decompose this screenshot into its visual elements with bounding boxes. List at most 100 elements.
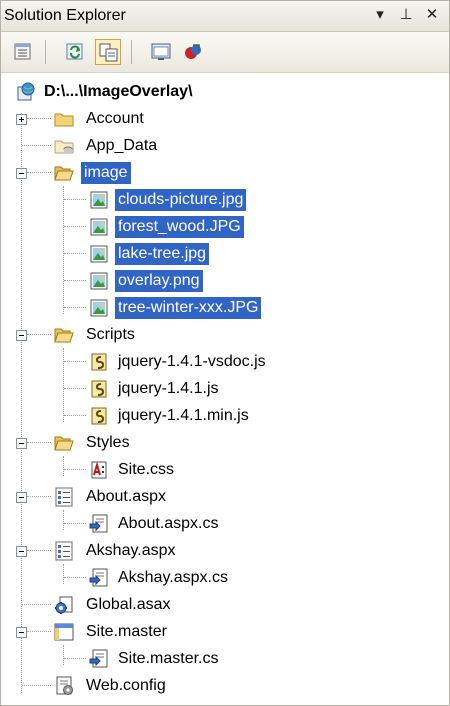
title-bar: Solution Explorer ▾ ⊥ ✕ [1,1,449,32]
tree-item-image-folder[interactable]: image [1,159,449,186]
folder-open-icon [54,436,74,451]
tree-item-script-file[interactable]: jquery-1.4.1.js [1,375,449,402]
view-in-browser-icon [151,43,171,60]
toolbar-separator [45,40,46,64]
tree-item-image-file[interactable]: overlay.png [1,267,449,294]
tree-item-code-behind[interactable]: About.aspx.cs [1,510,449,537]
tree-item-label: App_Data [86,137,158,154]
folder-open-icon [54,328,74,343]
tree-item-code-behind[interactable]: Site.master.cs [1,645,449,672]
global-asax-icon [55,596,73,614]
tree-item-image-file[interactable]: tree-winter-xxx.JPG [1,294,449,321]
properties-icon [14,43,31,60]
css-file-icon [91,461,107,479]
image-file-icon [90,299,108,317]
tree-connector-line [22,145,51,146]
tree-connector-line [64,253,86,254]
tree-item-label: D:\...\ImageOverlay\ [44,83,193,100]
tree-connector-line [27,550,51,551]
tree-item-label: Styles [86,434,130,451]
view-in-browser-button[interactable] [148,39,174,65]
copy-web-site-icon [185,44,201,59]
tree-item-app-data[interactable]: App_Data [1,132,449,159]
tree-item-account[interactable]: Account [1,105,449,132]
tree-item-label: Site.css [118,461,175,478]
tree-connector-line [27,631,51,632]
tree-item-label: Akshay.aspx [86,542,176,559]
collapse-icon[interactable] [16,438,27,449]
tree-item-label: clouds-picture.jpg [115,189,247,211]
tree-item-script-file[interactable]: jquery-1.4.1-vsdoc.js [1,348,449,375]
aspx-page-icon [55,541,73,561]
refresh-icon [66,43,83,60]
tree-connector-line [64,523,86,524]
properties-button[interactable] [10,39,36,65]
collapse-icon[interactable] [16,492,27,503]
panel-title: Solution Explorer [4,7,126,24]
tree-connector-line [64,361,86,362]
master-page-icon [54,623,74,641]
tree-item-image-file[interactable]: clouds-picture.jpg [1,186,449,213]
window-position-button[interactable]: ▾ [370,5,390,25]
folder-icon [54,113,74,127]
tree-connector-line [64,226,86,227]
collapse-icon[interactable] [16,546,27,557]
tree-connector-line [64,199,86,200]
tree-item-label: overlay.png [115,270,203,292]
toolbar-separator [131,40,132,64]
tree-item-label: About.aspx [86,488,167,505]
tree-item-label: forest_wood.JPG [115,216,244,238]
tree-item-label: tree-winter-xxx.JPG [115,297,262,319]
tree-connector-line [64,388,86,389]
tree-connector-line [27,496,51,497]
tree-item-script-file[interactable]: jquery-1.4.1.min.js [1,402,449,429]
tree-item-label: Site.master [86,623,167,640]
tree-item-label: image [81,162,131,184]
auto-hide-pin-button[interactable]: ⊥ [396,5,416,25]
tree-connector-line [27,442,51,443]
nest-related-files-icon [99,43,118,62]
tree-item-scripts-folder[interactable]: Scripts [1,321,449,348]
code-behind-icon [89,649,108,668]
tree-item-label: Scripts [86,326,135,343]
tree-connector-line [64,280,86,281]
tree-item-image-file[interactable]: lake-tree.jpg [1,240,449,267]
collapse-icon[interactable] [16,168,27,179]
aspx-page-icon [55,487,73,507]
image-file-icon [90,218,108,236]
tree-item-styles-folder[interactable]: Styles [1,429,449,456]
copy-web-site-button[interactable] [180,39,206,65]
tree-connector-line [64,658,86,659]
image-file-icon [90,245,108,263]
tree-item-akshay-aspx[interactable]: Akshay.aspx [1,537,449,564]
tree-item-web-config[interactable]: Web.config [1,672,449,699]
tree-item-solution-root[interactable]: D:\...\ImageOverlay\ [1,78,449,105]
collapse-icon[interactable] [16,627,27,638]
expand-icon[interactable] [16,114,27,125]
code-behind-icon [89,514,108,533]
folder-open-icon [54,166,74,181]
script-file-icon [91,353,107,371]
tree-item-label: Site.master.cs [118,650,219,667]
tree-connector-line [64,577,86,578]
tree-item-image-file[interactable]: forest_wood.JPG [1,213,449,240]
tree-connector-line [64,307,86,308]
nest-related-files-button[interactable] [95,39,121,65]
code-behind-icon [89,568,108,587]
tree-item-site-master[interactable]: Site.master [1,618,449,645]
tree-item-code-behind[interactable]: Akshay.aspx.cs [1,564,449,591]
tree-item-label: Akshay.aspx.cs [118,569,228,586]
tree-item-label: jquery-1.4.1.js [118,380,219,397]
web-project-icon [17,82,35,101]
tree-item-global-asax[interactable]: Global.asax [1,591,449,618]
tree-item-label: Account [86,110,144,127]
close-button[interactable]: ✕ [422,5,442,25]
tree-item-css-file[interactable]: Site.css [1,456,449,483]
tree-connector-line [22,604,51,605]
script-file-icon [91,380,107,398]
image-file-icon [90,191,108,209]
collapse-icon[interactable] [16,330,27,341]
refresh-button[interactable] [62,39,88,65]
tree-item-about-aspx[interactable]: About.aspx [1,483,449,510]
tree-connector-line [27,118,51,119]
